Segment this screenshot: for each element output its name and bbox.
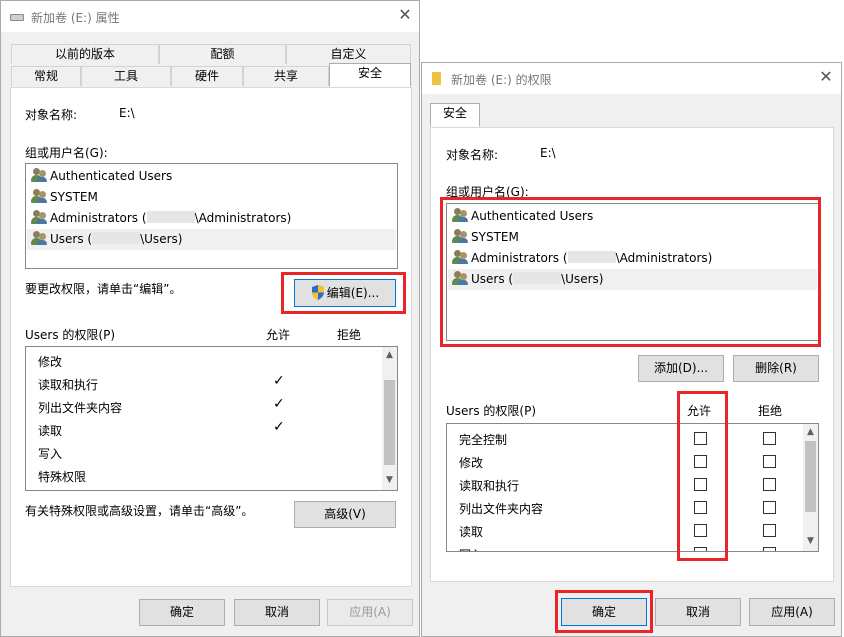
users-icon bbox=[31, 210, 47, 224]
tab-customize[interactable]: 自定义 bbox=[286, 44, 411, 64]
advanced-button[interactable]: 高级(V) bbox=[294, 501, 396, 528]
permissions-dialog: 新加卷 (E:) 的权限 ✕ 安全 对象名称: E:\ 组或用户名(G): Au… bbox=[421, 62, 842, 637]
deny-checkbox[interactable] bbox=[763, 432, 776, 445]
properties-title: 新加卷 (E:) 属性 bbox=[31, 11, 120, 25]
allow-header: 允许 bbox=[266, 328, 291, 342]
list-item-selected[interactable]: Users (\Users) bbox=[27, 229, 396, 250]
advanced-hint: 有关特殊权限或高级设置，请单击“高级”。 bbox=[25, 504, 254, 518]
ok-button[interactable]: 确定 bbox=[139, 599, 225, 626]
check-icon: ✓ bbox=[273, 396, 285, 412]
close-icon[interactable]: ✕ bbox=[394, 5, 416, 24]
deny-checkbox[interactable] bbox=[763, 455, 776, 468]
deny-checkbox[interactable] bbox=[763, 524, 776, 537]
object-name-value: E:\ bbox=[119, 106, 135, 120]
properties-titlebar: 新加卷 (E:) 属性 ✕ bbox=[1, 1, 419, 32]
user-list-highlight bbox=[440, 197, 821, 347]
users-icon bbox=[31, 231, 47, 245]
object-name-value: E:\ bbox=[540, 146, 556, 160]
permission-name: 读取 bbox=[38, 424, 63, 438]
apply-button[interactable]: 应用(A) bbox=[749, 598, 835, 626]
permission-name: 写入 bbox=[459, 546, 483, 551]
deny-checkbox[interactable] bbox=[763, 501, 776, 514]
deny-header: 拒绝 bbox=[337, 328, 362, 342]
tab-general[interactable]: 常规 bbox=[11, 66, 81, 86]
permissions-title: 新加卷 (E:) 的权限 bbox=[451, 73, 552, 87]
redacted-name bbox=[146, 211, 195, 223]
apply-button: 应用(A) bbox=[327, 599, 413, 626]
users-icon bbox=[31, 168, 47, 182]
close-icon[interactable]: ✕ bbox=[815, 67, 837, 86]
object-name-label: 对象名称: bbox=[25, 108, 78, 122]
permissions-scrollbar[interactable]: ▲ ▼ bbox=[382, 347, 397, 490]
permission-name: 修改 bbox=[459, 456, 484, 470]
object-name-label: 对象名称: bbox=[446, 148, 499, 162]
permissions-list: 完全控制 修改 读取和执行 列出文件夹内容 读取 写入 ▲ ▼ bbox=[446, 423, 819, 552]
tab-tools[interactable]: 工具 bbox=[81, 66, 171, 86]
permission-name: 修改 bbox=[38, 355, 63, 369]
permission-name: 读取 bbox=[459, 525, 484, 539]
permission-name: 特殊权限 bbox=[38, 470, 87, 484]
scroll-down-icon[interactable]: ▼ bbox=[382, 475, 397, 485]
ok-button[interactable]: 确定 bbox=[561, 598, 647, 626]
remove-button[interactable]: 删除(R) bbox=[733, 355, 819, 382]
scroll-thumb[interactable] bbox=[805, 441, 816, 512]
permissions-scrollbar[interactable]: ▲ ▼ bbox=[803, 424, 818, 551]
check-icon: ✓ bbox=[273, 373, 285, 389]
check-icon: ✓ bbox=[273, 419, 285, 435]
deny-header: 拒绝 bbox=[758, 404, 783, 418]
user-list[interactable]: Authenticated Users SYSTEM Administrator… bbox=[25, 163, 398, 269]
tab-quota[interactable]: 配额 bbox=[159, 44, 286, 64]
tab-hardware[interactable]: 硬件 bbox=[171, 66, 243, 86]
permission-name: 写入 bbox=[38, 447, 63, 461]
permissions-label: Users 的权限(P) bbox=[25, 328, 116, 342]
deny-checkbox[interactable] bbox=[763, 478, 776, 491]
edit-button[interactable]: 编辑(E)... bbox=[294, 279, 396, 307]
tab-security[interactable]: 安全 bbox=[430, 103, 480, 127]
permission-name: 完全控制 bbox=[459, 433, 508, 447]
permission-name: 读取和执行 bbox=[38, 378, 99, 392]
scroll-up-icon[interactable]: ▲ bbox=[382, 350, 397, 360]
uac-shield-icon bbox=[311, 283, 325, 300]
tab-security[interactable]: 安全 bbox=[329, 63, 411, 87]
permissions-titlebar: 新加卷 (E:) 的权限 ✕ bbox=[422, 63, 841, 94]
properties-dialog: 新加卷 (E:) 属性 ✕ 以前的版本 配额 自定义 常规 工具 硬件 共享 安… bbox=[0, 0, 420, 637]
users-icon bbox=[31, 189, 47, 203]
scroll-down-icon[interactable]: ▼ bbox=[803, 536, 818, 546]
deny-checkbox[interactable] bbox=[763, 547, 776, 551]
list-item[interactable]: Administrators (\Administrators) bbox=[27, 208, 396, 229]
allow-column-highlight bbox=[677, 391, 728, 561]
tab-sharing[interactable]: 共享 bbox=[243, 66, 329, 86]
scroll-thumb[interactable] bbox=[384, 380, 395, 465]
list-item[interactable]: SYSTEM bbox=[27, 187, 396, 208]
permissions-list: 修改 读取和执行 列出文件夹内容 读取 写入 特殊权限 ✓ ✓ ✓ ▲ ▼ bbox=[25, 346, 398, 491]
permissions-label: Users 的权限(P) bbox=[446, 404, 537, 418]
scroll-up-icon[interactable]: ▲ bbox=[803, 427, 818, 437]
folder-icon bbox=[432, 72, 441, 85]
permission-name: 读取和执行 bbox=[459, 479, 520, 493]
cancel-button[interactable]: 取消 bbox=[234, 599, 320, 626]
add-button[interactable]: 添加(D)... bbox=[638, 355, 724, 382]
tab-previous-versions[interactable]: 以前的版本 bbox=[11, 44, 159, 64]
permission-name: 列出文件夹内容 bbox=[38, 401, 123, 415]
cancel-button[interactable]: 取消 bbox=[655, 598, 741, 626]
group-label: 组或用户名(G): bbox=[25, 146, 108, 160]
redacted-name bbox=[92, 232, 141, 244]
permission-name: 列出文件夹内容 bbox=[459, 502, 544, 516]
change-hint: 要更改权限，请单击“编辑”。 bbox=[25, 282, 182, 296]
drive-icon bbox=[10, 14, 24, 21]
list-item[interactable]: Authenticated Users bbox=[27, 166, 396, 187]
